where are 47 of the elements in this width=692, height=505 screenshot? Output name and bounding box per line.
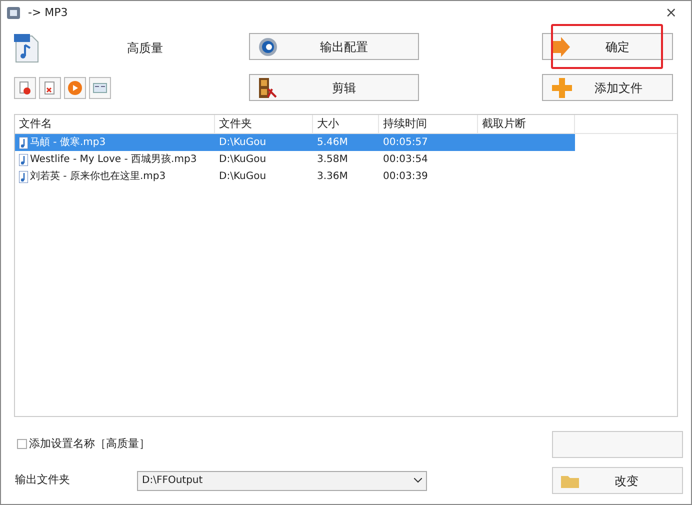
profile-label: 高质量 — [127, 40, 163, 57]
media-info-icon[interactable] — [89, 77, 111, 99]
change-folder-button[interactable]: 改变 — [552, 467, 683, 494]
column-header[interactable]: 大小 — [313, 115, 379, 133]
table-cell-text: Westlife - My Love - 西城男孩.mp3 — [30, 152, 197, 167]
chevron-down-icon — [414, 478, 422, 483]
window-title: -> MP3 — [28, 4, 68, 21]
table-cell-text: D:\KuGou — [219, 153, 266, 167]
column-header[interactable]: 截取片断 — [478, 115, 575, 133]
table-row[interactable]: Westlife - My Love - 西城男孩.mp3 D:\KuGou 3.58M 00:03:54 — [15, 151, 575, 168]
output-settings-button[interactable]: 输出配置 — [249, 33, 419, 60]
table-cell-text: 3.36M — [317, 170, 348, 184]
table-cell-text: 00:05:57 — [383, 136, 428, 150]
table-cell-text: 马頔 - 傲寒.mp3 — [30, 136, 106, 150]
clear-list-icon[interactable] — [39, 77, 61, 99]
plus-icon — [551, 76, 573, 98]
play-icon[interactable] — [64, 77, 86, 99]
music-note-icon — [19, 136, 28, 148]
options-button[interactable] — [552, 430, 683, 458]
table-row[interactable]: 刘若英 - 原来你也在这里.mp3 D:\KuGou 3.36M 00:03:39 — [15, 168, 575, 185]
add-name-checkbox[interactable] — [17, 439, 27, 449]
folder-icon — [561, 474, 579, 488]
remove-file-icon[interactable] — [14, 77, 36, 99]
arrow-right-icon — [551, 36, 571, 56]
column-header[interactable]: 文件夹 — [215, 115, 313, 133]
table-cell-text: 00:03:39 — [383, 170, 428, 184]
add-file-button[interactable]: 添加文件 — [542, 74, 673, 101]
checkbox-label: 添加设置名称［高质量］ — [29, 436, 150, 452]
mp3-file-icon — [14, 34, 39, 62]
table-cell-text: D:\KuGou — [219, 136, 266, 150]
output-folder-select[interactable]: D:\FFOutput — [137, 470, 427, 490]
app-icon — [7, 7, 20, 19]
music-note-icon — [19, 154, 28, 166]
table-cell-text: 刘若英 - 原来你也在这里.mp3 — [30, 170, 166, 184]
confirm-button[interactable]: 确定 — [542, 33, 673, 60]
table-cell-text: 3.58M — [317, 153, 348, 167]
music-note-icon — [19, 170, 28, 182]
table-cell-text: 5.46M — [317, 136, 348, 150]
column-header[interactable]: 文件名 — [15, 115, 215, 133]
film-scissors-icon — [258, 76, 278, 98]
table-cell-text: 00:03:54 — [383, 153, 428, 167]
close-button[interactable]: × — [661, 2, 681, 24]
gear-icon — [258, 36, 278, 56]
output-folder-label: 输出文件夹 — [15, 472, 71, 488]
clip-button[interactable]: 剪辑 — [249, 74, 419, 101]
column-header[interactable]: 持续时间 — [379, 115, 478, 133]
table-cell-text: D:\KuGou — [219, 170, 266, 184]
